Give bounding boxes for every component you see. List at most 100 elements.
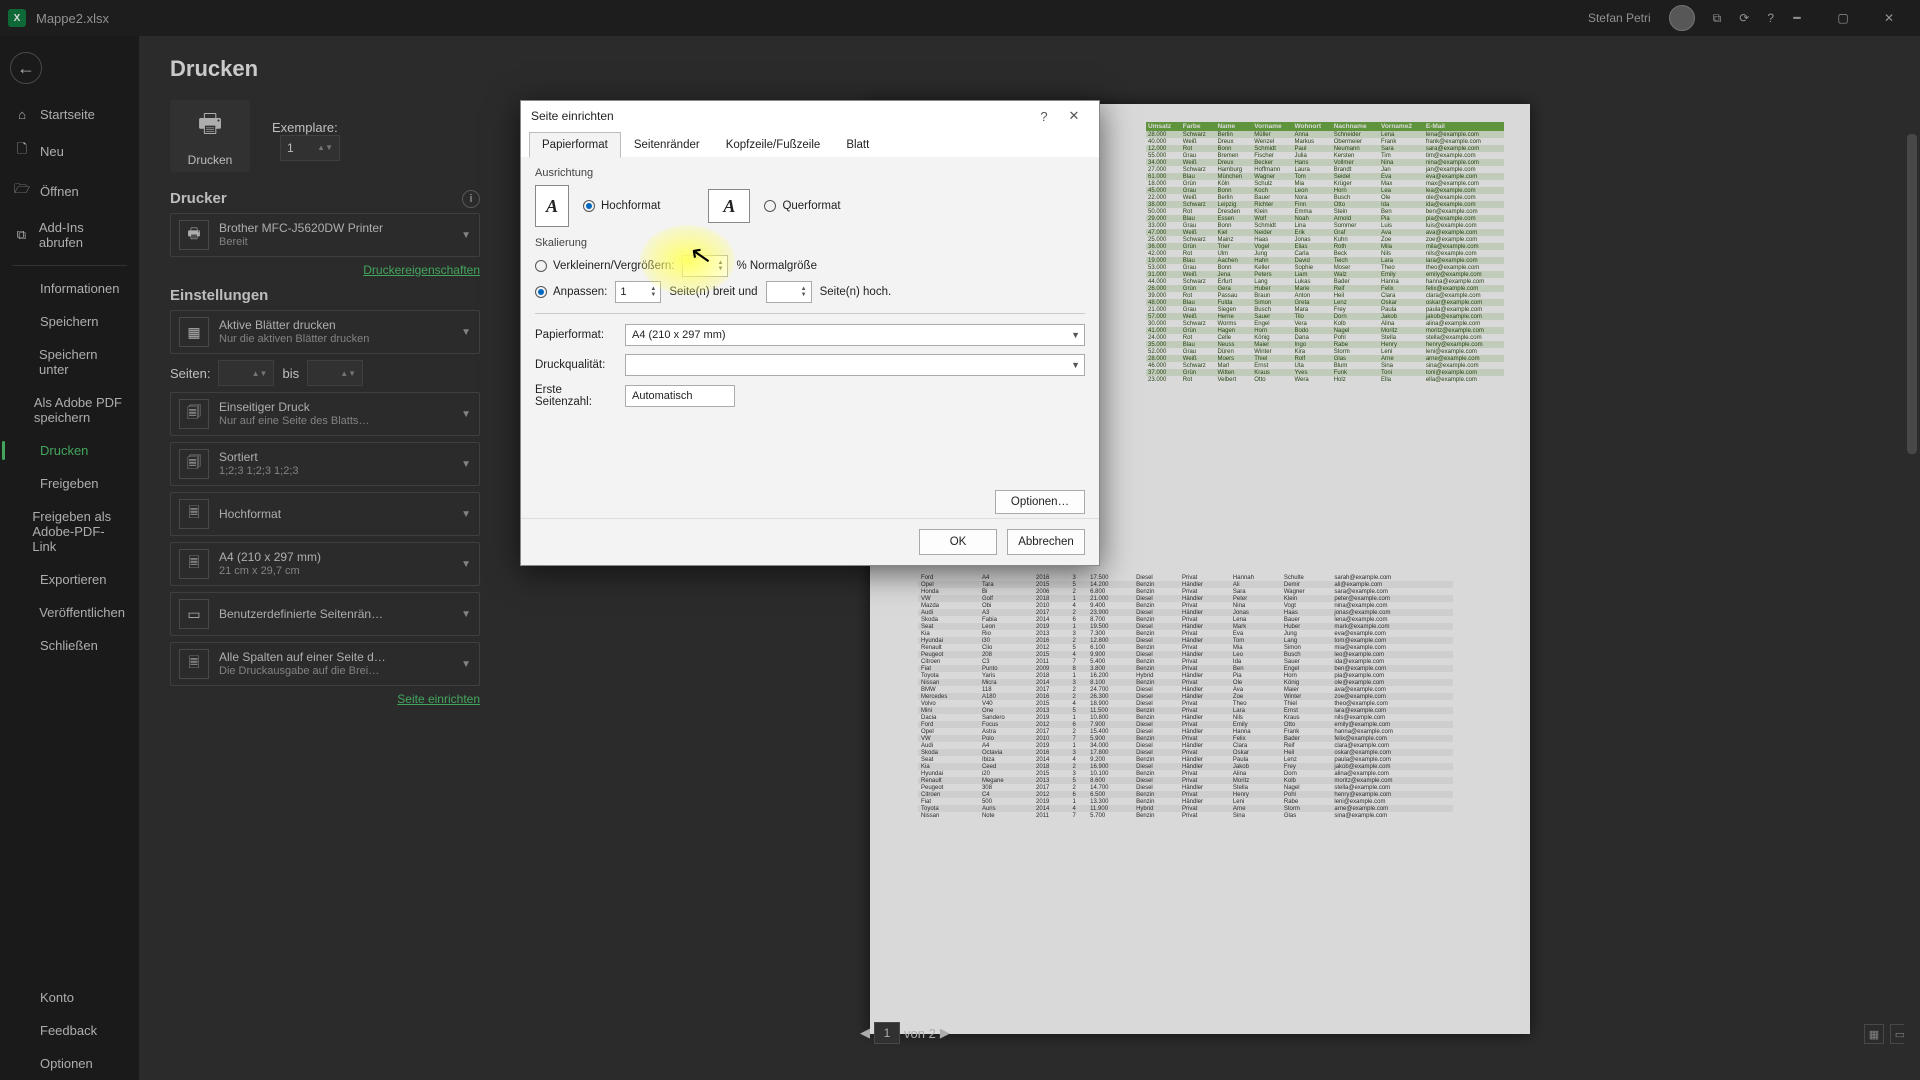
preview-table-lower: FordA42016317.500DieselPrivatHannahSchul… (918, 574, 1453, 819)
nav-footer-2[interactable]: Optionen (0, 1047, 139, 1080)
adjust-radio[interactable]: Verkleinern/Vergrößern: (535, 260, 674, 272)
copies-spinner[interactable]: 1▲▼ (280, 135, 340, 161)
settings-heading: Einstellungen (170, 287, 480, 304)
options-button[interactable]: Optionen… (995, 490, 1085, 514)
setting-card-0[interactable]: ▦Aktive Blätter druckenNur die aktiven B… (170, 310, 480, 354)
adjust-suffix: % Normalgröße (736, 260, 817, 272)
orientation-group: Ausrichtung A Hochformat A Querformat (535, 167, 1085, 227)
landscape-icon: A (708, 189, 750, 223)
dialog-close-button[interactable]: ✕ (1059, 108, 1089, 124)
chevron-down-icon: ▼ (461, 409, 471, 420)
tab-kopfzeile[interactable]: Kopfzeile/Fußzeile (713, 132, 834, 158)
nav-item-1[interactable]: 🗋Neu (0, 131, 139, 171)
setting-card-3[interactable]: 🗏Hochformat▼ (170, 492, 480, 536)
pages-label: Seiten: (170, 366, 210, 381)
setting-card-1[interactable]: 🗐Einseitiger DruckNur auf eine Seite des… (170, 392, 480, 436)
close-button[interactable]: ✕ (1866, 0, 1912, 36)
username-label: Stefan Petri (1588, 11, 1651, 25)
setting-icon: 🗏 (179, 649, 209, 679)
sync-icon[interactable]: ⟳ (1739, 11, 1749, 25)
nav-item-0[interactable]: ⌂Startseite (0, 98, 139, 131)
tab-blatt[interactable]: Blatt (833, 132, 882, 158)
nav-item-8[interactable]: Drucken (0, 434, 139, 467)
setting-card-5[interactable]: ▭Benutzerdefinierte Seitenrän…▼ (170, 592, 480, 636)
pages-to-input[interactable]: ▲▼ (307, 360, 363, 386)
setting-icon: 🗏 (179, 549, 209, 579)
paper-size-select[interactable]: A4 (210 x 297 mm)▼ (625, 324, 1085, 346)
landscape-radio[interactable]: Querformat (764, 200, 840, 212)
copies-value: 1 (287, 141, 294, 155)
nav-item-5[interactable]: Speichern (0, 305, 139, 338)
setting-card-6[interactable]: 🗏Alle Spalten auf einer Seite d…Die Druc… (170, 642, 480, 686)
titlebar: X Mappe2.xlsx Stefan Petri ⧉ ⟳ ? ━ ▢ ✕ (0, 0, 1920, 36)
page-setup-dialog: Seite einrichten ? ✕ Papierformat Seiten… (520, 100, 1100, 566)
print-title: Drucken (140, 36, 1920, 92)
fit-wide-spinner[interactable]: 1▲▼ (615, 281, 661, 303)
nav-item-2[interactable]: 🗁Öffnen (0, 171, 139, 211)
preview-table-upper: UmsatzFarbeNameVornameWohnortNachnameVor… (1146, 122, 1504, 383)
copies-label: Exemplare: (272, 120, 338, 135)
nav-item-9[interactable]: Freigeben (0, 467, 139, 500)
print-button-label: Drucken (188, 153, 233, 167)
scaling-label: Skalierung (535, 237, 1085, 249)
share-icon[interactable]: ⧉ (1713, 11, 1722, 26)
adjust-percent-spinner[interactable]: ▲▼ (682, 255, 728, 277)
setting-icon: 🗐 (179, 449, 209, 479)
avatar[interactable] (1669, 5, 1695, 31)
printer-selector[interactable]: 🖶 Brother MFC-J5620DW PrinterBereit ▼ (170, 213, 480, 257)
portrait-icon: A (535, 185, 569, 227)
nav-footer-1[interactable]: Feedback (0, 1014, 139, 1047)
page-navigation: ◀ 1 von 2 ▶ (860, 1022, 950, 1044)
fit-tall-spinner[interactable]: ▲▼ (766, 281, 812, 303)
setting-card-4[interactable]: 🗏A4 (210 x 297 mm)21 cm x 29,7 cm▼ (170, 542, 480, 586)
nav-item-4[interactable]: Informationen (0, 272, 139, 305)
minimize-button[interactable]: ━ (1774, 0, 1820, 36)
chevron-down-icon: ▼ (461, 327, 471, 338)
scrollbar[interactable] (1904, 94, 1920, 1050)
nav-footer-0[interactable]: Konto (0, 981, 139, 1014)
pages-from-input[interactable]: ▲▼ (218, 360, 274, 386)
chevron-down-icon: ▼ (461, 230, 471, 241)
setting-card-2[interactable]: 🗐Sortiert1;2;3 1;2;3 1;2;3▼ (170, 442, 480, 486)
print-button[interactable]: 🖶 Drucken (170, 100, 250, 172)
nav-item-7[interactable]: Als Adobe PDF speichern (0, 386, 139, 434)
nav-item-3[interactable]: ⧉Add-Ins abrufen (0, 211, 139, 259)
fit-tall-label: Seite(n) hoch. (820, 286, 892, 298)
print-quality-select[interactable]: ▼ (625, 354, 1085, 376)
orientation-label: Ausrichtung (535, 167, 1085, 179)
nav-item-6[interactable]: Speichern unter (0, 338, 139, 386)
printer-heading: Drucker i (170, 190, 480, 207)
nav-item-12[interactable]: Veröffentlichen (0, 596, 139, 629)
first-page-input[interactable]: Automatisch (625, 385, 735, 407)
dialog-help-button[interactable]: ? (1029, 109, 1059, 124)
help-icon[interactable]: ? (1767, 11, 1774, 25)
portrait-radio[interactable]: Hochformat (583, 200, 660, 212)
nav-item-11[interactable]: Exportieren (0, 563, 139, 596)
printer-icon: 🖶 (198, 105, 223, 149)
cancel-button[interactable]: Abbrechen (1007, 529, 1085, 555)
filename-label: Mappe2.xlsx (36, 11, 109, 26)
first-page-label: Erste Seitenzahl: (535, 384, 615, 408)
page-number-input[interactable]: 1 (874, 1022, 900, 1044)
info-icon[interactable]: i (462, 190, 480, 208)
printer-properties-link[interactable]: Druckereigenschaften (363, 263, 480, 277)
prev-page-button[interactable]: ◀ (860, 1025, 870, 1041)
fit-radio[interactable]: Anpassen: (535, 286, 607, 298)
page-setup-link[interactable]: Seite einrichten (397, 692, 480, 706)
tab-seitenraender[interactable]: Seitenränder (621, 132, 713, 158)
app-icon: X (8, 9, 26, 27)
nav-item-10[interactable]: Freigeben als Adobe-PDF-Link (0, 500, 139, 563)
chevron-down-icon: ▼ (461, 659, 471, 670)
back-button[interactable]: ← (10, 52, 42, 84)
maximize-button[interactable]: ▢ (1820, 0, 1866, 36)
fit-wide-label: Seite(n) breit und (669, 286, 757, 298)
show-margins-button[interactable]: ▦ (1864, 1024, 1884, 1044)
ok-button[interactable]: OK (919, 529, 997, 555)
chevron-down-icon: ▼ (461, 559, 471, 570)
tab-papierformat[interactable]: Papierformat (529, 132, 621, 158)
page-total-label: von 2 (904, 1026, 936, 1041)
dialog-tabs: Papierformat Seitenränder Kopfzeile/Fußz… (521, 131, 1099, 157)
nav-item-13[interactable]: Schließen (0, 629, 139, 662)
nav-icon: ⧉ (14, 227, 29, 243)
next-page-button[interactable]: ▶ (940, 1025, 950, 1041)
